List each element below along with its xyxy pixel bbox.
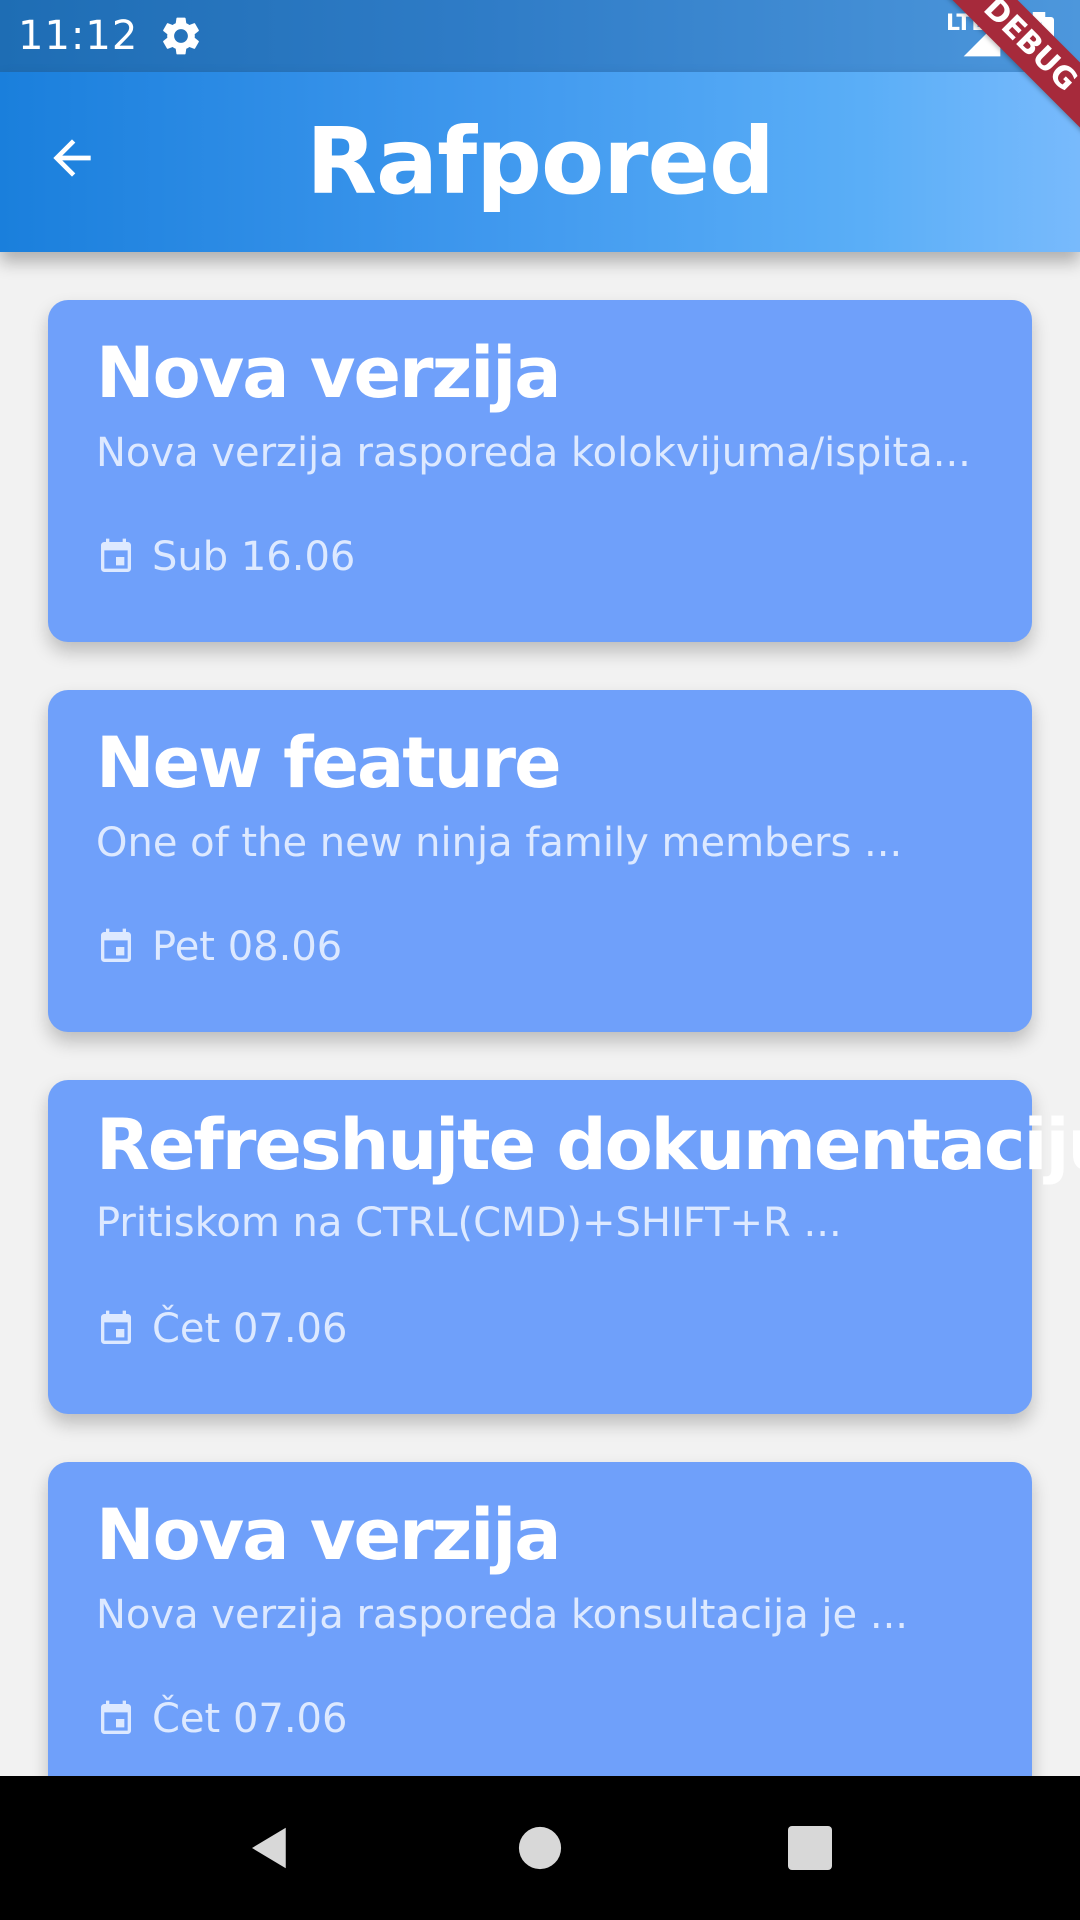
nav-back-button[interactable] <box>236 1814 304 1882</box>
nav-recents-icon <box>788 1826 832 1870</box>
notice-title: Nova verzija <box>96 1494 562 1576</box>
notice-list[interactable]: Nova verzija Nova verzija rasporeda kolo… <box>0 252 1080 1776</box>
notice-date: Sub 16.06 <box>152 534 356 580</box>
nav-home-button[interactable] <box>506 1814 574 1882</box>
notice-title: New feature <box>96 722 562 804</box>
notice-date-row: Sub 16.06 <box>96 532 355 582</box>
notice-date: Pet 08.06 <box>152 924 343 970</box>
status-bar: 11:12 LTE <box>0 0 1080 72</box>
calendar-icon <box>101 1310 131 1344</box>
notice-description: One of the new ninja family members ... <box>96 820 903 866</box>
notice-date-row: Čet 07.06 <box>96 1694 347 1744</box>
page-title: Rafpored <box>306 108 775 215</box>
notice-description: Pritiskom na CTRL(CMD)+SHIFT+R ... <box>96 1200 842 1246</box>
calendar-icon <box>101 538 131 572</box>
notice-date-row: Pet 08.06 <box>96 922 342 972</box>
notice-title: Nova verzija <box>96 332 562 414</box>
notice-card[interactable]: Nova verzija Nova verzija rasporeda kolo… <box>48 300 1032 642</box>
nav-back-icon <box>252 1827 286 1869</box>
system-navigation-bar <box>0 1776 1080 1920</box>
notice-description: Nova verzija rasporeda kolokvijuma/ispit… <box>96 430 971 476</box>
settings-gear-icon <box>158 13 204 59</box>
app-bar: Rafpored <box>0 72 1080 252</box>
calendar-icon <box>101 928 131 962</box>
nav-home-icon <box>518 1826 562 1870</box>
notice-card[interactable]: Nova verzija Nova verzija rasporeda kons… <box>48 1462 1032 1776</box>
notice-date: Čet 07.06 <box>152 1306 348 1352</box>
notice-title: Refreshujte dokumentaciju <box>96 1104 1080 1186</box>
status-time: 11:12 <box>18 13 139 59</box>
notice-date-row: Čet 07.06 <box>96 1304 347 1354</box>
notice-card[interactable]: Refreshujte dokumentaciju Pritiskom na C… <box>48 1080 1080 1414</box>
calendar-icon <box>101 1700 131 1734</box>
notice-description: Nova verzija rasporeda konsultacija je .… <box>96 1592 909 1638</box>
notice-date: Čet 07.06 <box>152 1696 348 1742</box>
nav-recents-button[interactable] <box>776 1814 844 1882</box>
notice-card[interactable]: New feature One of the new ninja family … <box>48 690 1032 1032</box>
